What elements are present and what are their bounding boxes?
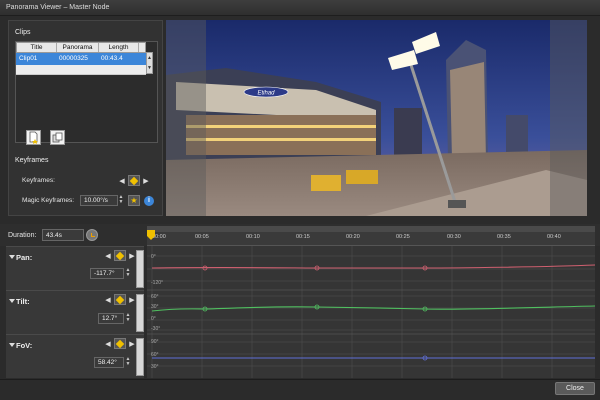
close-button[interactable]: Close — [555, 382, 595, 395]
keyframe-diamond-icon — [129, 176, 139, 185]
tilt-value-stepper[interactable]: ▲ ▼ — [125, 313, 131, 324]
pan-axis-label: 0° — [151, 254, 156, 260]
fov-value-stepper[interactable]: ▲ ▼ — [125, 357, 131, 368]
track-fov-label: FoV: — [16, 341, 33, 350]
column-header-panorama[interactable]: Panorama — [57, 43, 99, 52]
table-row[interactable]: Clip01 00000325 00:43.4 — [16, 53, 146, 65]
next-keyframe-arrow[interactable]: ▶ — [128, 252, 136, 260]
tick-label: 00:10 — [246, 234, 260, 240]
next-keyframe-arrow[interactable]: ▶ — [142, 177, 150, 185]
curve-graph-canvas: 0° -120° 60° 30° 0° -30° 90° 60° 30° — [147, 246, 596, 378]
pan-value-stepper[interactable]: ▲ ▼ — [125, 268, 131, 279]
duplicate-icon — [52, 132, 63, 143]
disclosure-triangle-icon[interactable] — [9, 299, 15, 303]
keyframes-label: Keyframes: — [22, 177, 55, 184]
column-header-length[interactable]: Length — [99, 43, 139, 52]
tick-label: 00:20 — [346, 234, 360, 240]
keyframe-diamond-icon — [115, 251, 125, 260]
fov-axis-label: 30° — [151, 364, 159, 370]
magic-keyframes-star-button[interactable]: ★ — [128, 195, 140, 206]
window-titlebar: Panorama Viewer – Master Node — [0, 0, 600, 16]
time-ruler[interactable] — [147, 232, 595, 246]
pan-value-field[interactable]: -117.7° — [90, 268, 124, 279]
clip-panorama-cell: 00000325 — [59, 55, 88, 62]
tilt-axis-label: -30° — [151, 326, 160, 332]
tick-label: 00:35 — [497, 234, 511, 240]
next-keyframe-arrow[interactable]: ▶ — [128, 296, 136, 304]
new-document-icon — [29, 131, 38, 144]
tilt-axis-label: 30° — [151, 304, 159, 310]
track-tilt-label: Tilt: — [16, 297, 30, 306]
keyframes-section-title: Keyframes — [15, 157, 49, 164]
tilt-axis-label: 0° — [151, 316, 156, 322]
magic-keyframes-field[interactable]: 10.00°/s — [80, 195, 118, 206]
tick-label: 00:05 — [195, 234, 209, 240]
clip-title-cell: Clip01 — [19, 55, 38, 62]
pan-keyframe-navigator: ◀ ▶ — [104, 250, 136, 261]
star-icon: ★ — [130, 196, 138, 205]
tick-label: 00:15 — [296, 234, 310, 240]
info-icon[interactable]: i — [144, 196, 154, 206]
footer-divider — [0, 379, 600, 380]
fov-track-scrollbar[interactable] — [136, 338, 144, 376]
previous-keyframe-arrow[interactable]: ◀ — [104, 252, 112, 260]
fov-keyframe-navigator: ◀ ▶ — [104, 338, 136, 349]
tilt-curve — [151, 305, 596, 312]
duplicate-clip-button[interactable] — [50, 130, 65, 145]
tilt-track-scrollbar[interactable] — [136, 294, 144, 332]
magic-keyframes-stepper[interactable]: ▲ ▼ — [118, 195, 124, 206]
previous-keyframe-arrow[interactable]: ◀ — [104, 296, 112, 304]
previous-keyframe-arrow[interactable]: ◀ — [104, 340, 112, 348]
track-pan-label: Pan: — [16, 253, 33, 262]
tilt-keyframe-navigator: ◀ ▶ — [104, 294, 136, 305]
disclosure-triangle-icon[interactable] — [9, 343, 15, 347]
clips-table[interactable]: Title Panorama Length Clip01 00000325 00… — [16, 42, 146, 75]
tilt-value-field[interactable]: 12.7° — [98, 313, 124, 324]
tick-label: 00:25 — [396, 234, 410, 240]
panorama-viewport[interactable]: Etihad — [166, 20, 587, 216]
clips-table-header: Title Panorama Length — [16, 42, 146, 53]
clip-length-cell: 00:43.4 — [101, 55, 123, 62]
previous-keyframe-arrow[interactable]: ◀ — [118, 177, 126, 185]
clock-icon[interactable] — [86, 229, 98, 241]
duration-label: Duration: — [8, 232, 37, 239]
fov-axis-label: 90° — [151, 339, 159, 345]
panorama-image: Etihad — [166, 20, 587, 216]
pan-track-scrollbar[interactable] — [136, 250, 144, 288]
clips-section-title: Clips — [15, 29, 31, 36]
fov-axis-label: 60° — [151, 352, 159, 358]
keyframe-diamond-icon — [115, 339, 125, 348]
keyframe-diamond-icon — [115, 295, 125, 304]
stadium-sign-text: Etihad — [257, 91, 275, 97]
tick-label: 00:30 — [447, 234, 461, 240]
pan-curve — [151, 264, 596, 269]
new-clip-button[interactable] — [26, 130, 41, 145]
fov-value-field[interactable]: 58.42° — [94, 357, 124, 368]
keyframes-navigator: ◀ ▶ — [118, 175, 150, 186]
pan-axis-label: -120° — [151, 280, 163, 286]
add-keyframe-button[interactable] — [128, 175, 140, 186]
column-header-title[interactable]: Title — [17, 43, 57, 52]
magic-keyframes-label: Magic Keyframes: — [22, 197, 75, 204]
keyframe-curve-graph[interactable]: 0° -120° 60° 30° 0° -30° 90° 60° 30° — [147, 246, 596, 378]
tilt-axis-label: 60° — [151, 294, 159, 300]
pan-add-keyframe-button[interactable] — [114, 250, 126, 261]
duration-field[interactable]: 43.4s — [42, 229, 84, 241]
clip-length-stepper[interactable]: ▲ ▼ — [146, 52, 153, 74]
window-title: Panorama Viewer – Master Node — [6, 4, 110, 11]
next-keyframe-arrow[interactable]: ▶ — [128, 340, 136, 348]
tick-label: 00:40 — [547, 234, 561, 240]
disclosure-triangle-icon[interactable] — [9, 255, 15, 259]
empty-row — [16, 65, 146, 75]
tilt-add-keyframe-button[interactable] — [114, 294, 126, 305]
fov-add-keyframe-button[interactable] — [114, 338, 126, 349]
